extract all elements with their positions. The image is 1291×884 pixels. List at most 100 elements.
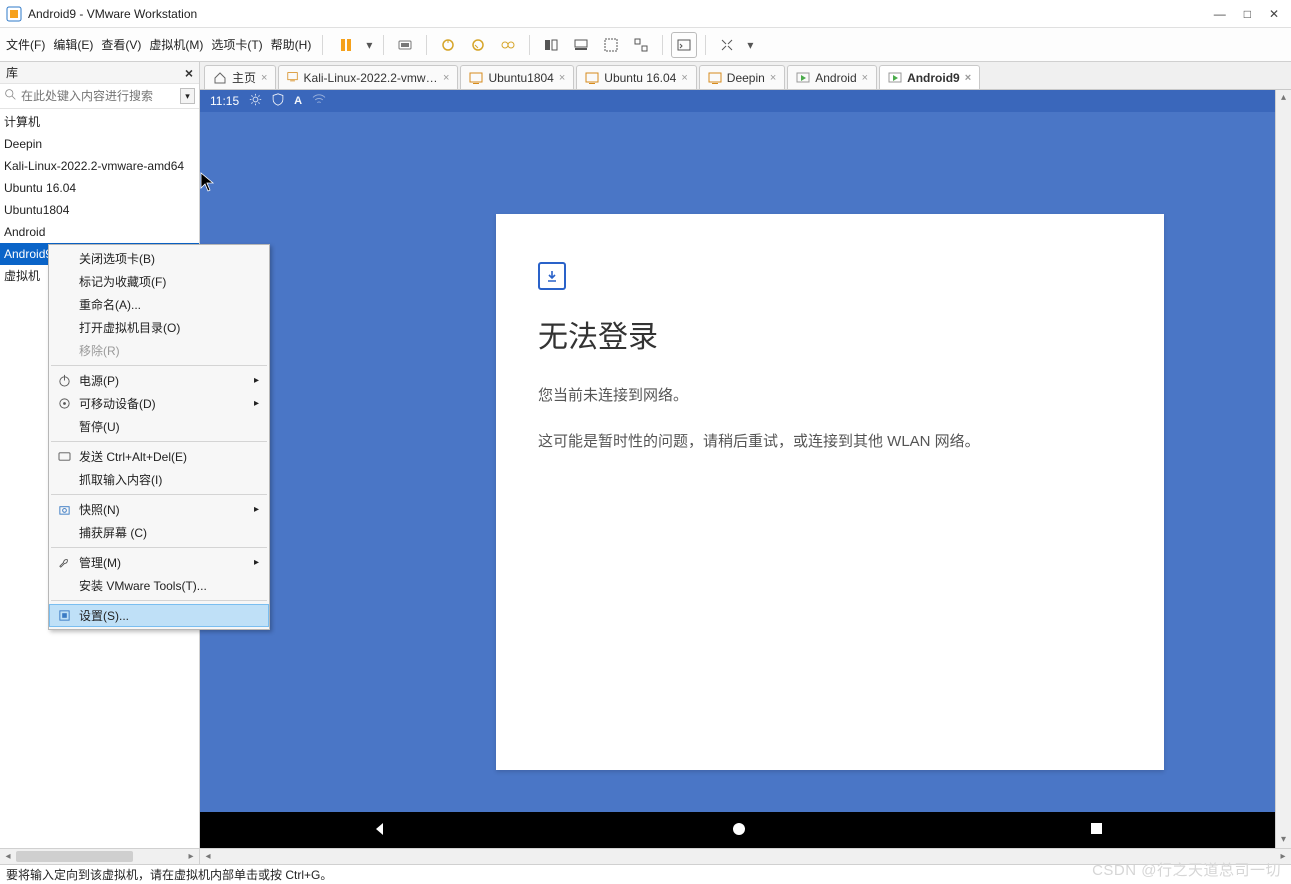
power-icon (56, 373, 72, 389)
snapshot-manager-icon[interactable] (496, 33, 520, 57)
home-icon (213, 71, 227, 85)
ctx-send-cad[interactable]: 发送 Ctrl+Alt+Del(E) (49, 445, 269, 468)
maximize-button[interactable]: □ (1244, 7, 1251, 21)
library-header: 库 × (0, 62, 199, 84)
view-fullscreen-icon[interactable] (599, 33, 623, 57)
vm-item-kali[interactable]: Kali-Linux-2022.2-vmware-amd64 (0, 155, 199, 177)
cursor-icon (200, 172, 216, 195)
tab-close-icon[interactable]: × (443, 72, 449, 84)
library-title: 库 (6, 64, 18, 81)
keyboard-icon (56, 449, 72, 465)
ctx-power[interactable]: 电源(P)▸ (49, 369, 269, 392)
shield-icon (272, 93, 284, 109)
tab-ubuntu1604[interactable]: Ubuntu 16.04 × (576, 65, 697, 89)
card-line2: 这可能是暂时性的问题，请稍后重试，或连接到其他 WLAN 网络。 (538, 430, 1122, 454)
snapshot-take-icon[interactable] (436, 33, 460, 57)
menu-file[interactable]: 文件(F) (6, 36, 45, 53)
ctx-remove: 移除(R) (49, 339, 269, 362)
ctx-grab[interactable]: 抓取输入内容(I) (49, 468, 269, 491)
content-vscrollbar[interactable]: ▴▾ (1275, 90, 1291, 848)
ctx-favorite[interactable]: 标记为收藏项(F) (49, 270, 269, 293)
power-dropdown-icon[interactable]: ▾ (364, 38, 374, 52)
ctx-install-tools[interactable]: 安装 VMware Tools(T)... (49, 574, 269, 597)
nav-back-icon[interactable] (371, 820, 389, 841)
tab-close-icon[interactable]: × (681, 72, 687, 84)
login-error-card: 无法登录 您当前未连接到网络。 这可能是暂时性的问题，请稍后重试，或连接到其他 … (496, 214, 1164, 770)
android-navbar (200, 812, 1275, 848)
ctx-removable[interactable]: 可移动设备(D)▸ (49, 392, 269, 415)
view-thumbnail-icon[interactable] (569, 33, 593, 57)
watermark-text: CSDN @行之天道总司一切 (1092, 859, 1281, 880)
tab-close-icon[interactable]: × (965, 72, 971, 84)
vm-item-deepin[interactable]: Deepin (0, 133, 199, 155)
ctx-snapshot[interactable]: 快照(N)▸ (49, 498, 269, 521)
vm-item-android[interactable]: Android (0, 221, 199, 243)
ctx-close-tab[interactable]: 关闭选项卡(B) (49, 247, 269, 270)
android-icon: A (294, 95, 302, 107)
view-console-icon[interactable] (539, 33, 563, 57)
android-screen: 无法登录 您当前未连接到网络。 这可能是暂时性的问题，请稍后重试，或连接到其他 … (200, 112, 1275, 848)
snapshot-icon (56, 502, 72, 518)
menu-edit[interactable]: 编辑(E) (53, 36, 93, 53)
menu-toolbar-row: 文件(F) 编辑(E) 查看(V) 虚拟机(M) 选项卡(T) 帮助(H) ▾ … (0, 28, 1291, 62)
vm-root[interactable]: 计算机 (0, 111, 199, 133)
tab-close-icon[interactable]: × (261, 72, 267, 84)
vm-item-ubuntu1604[interactable]: Ubuntu 16.04 (0, 177, 199, 199)
menu-vm[interactable]: 虚拟机(M) (149, 36, 203, 53)
ctx-settings[interactable]: 设置(S)... (49, 604, 269, 627)
close-button[interactable]: ✕ (1269, 7, 1279, 21)
app-icon (6, 6, 22, 22)
wifi-icon (312, 94, 326, 109)
ctx-rename[interactable]: 重命名(A)... (49, 293, 269, 316)
pause-button[interactable] (334, 33, 358, 57)
content-area: 主页 × Kali-Linux-2022.2-vmware-am... × Ub… (200, 62, 1291, 864)
nav-home-icon[interactable] (731, 821, 747, 840)
tab-close-icon[interactable]: × (862, 72, 868, 84)
menu-tabs[interactable]: 选项卡(T) (211, 36, 262, 53)
minimize-button[interactable]: — (1214, 7, 1226, 21)
vm-play-icon (796, 71, 810, 85)
nav-recent-icon[interactable] (1089, 821, 1104, 839)
search-dropdown-icon[interactable]: ▾ (180, 88, 195, 104)
tab-label: Deepin (727, 71, 765, 85)
stretch-dropdown-icon[interactable]: ▾ (745, 38, 755, 52)
ctx-capture[interactable]: 捕获屏幕 (C) (49, 521, 269, 544)
library-search: ▾ (0, 84, 199, 109)
card-title: 无法登录 (538, 312, 1122, 356)
library-search-input[interactable] (21, 89, 176, 103)
status-text: 要将输入定向到该虚拟机，请在虚拟机内部单击或按 Ctrl+G。 (6, 866, 332, 883)
vm-icon (469, 71, 483, 85)
tab-deepin[interactable]: Deepin × (699, 65, 785, 89)
vm-icon (585, 71, 599, 85)
tab-android[interactable]: Android × (787, 65, 877, 89)
window-controls: — □ ✕ (1214, 7, 1285, 21)
tab-kali[interactable]: Kali-Linux-2022.2-vmware-am... × (278, 65, 458, 89)
vm-display[interactable]: 11:15 A 无法登录 您当前未连接到网络。 这可能是暂时性的问题，请稍后重试… (200, 90, 1291, 864)
tab-label: 主页 (232, 69, 256, 86)
tab-close-icon[interactable]: × (770, 72, 776, 84)
library-close-icon[interactable]: × (185, 65, 193, 81)
tab-ubuntu1804[interactable]: Ubuntu1804 × (460, 65, 574, 89)
ctx-open-dir[interactable]: 打开虚拟机目录(O) (49, 316, 269, 339)
snapshot-revert-icon[interactable] (466, 33, 490, 57)
wrench-icon (56, 555, 72, 571)
device-icon (56, 396, 72, 412)
stretch-icon[interactable] (715, 33, 739, 57)
tab-close-icon[interactable]: × (559, 72, 565, 84)
android-status-bar: 11:15 A (200, 90, 1275, 112)
ctx-manage[interactable]: 管理(M)▸ (49, 551, 269, 574)
library-hscrollbar[interactable]: ◂▸ (0, 848, 199, 864)
view-unity-icon[interactable] (629, 33, 653, 57)
menu-help[interactable]: 帮助(H) (271, 36, 312, 53)
menu-view[interactable]: 查看(V) (101, 36, 141, 53)
console-icon[interactable] (672, 33, 696, 57)
vm-item-ubuntu1804[interactable]: Ubuntu1804 (0, 199, 199, 221)
tab-home[interactable]: 主页 × (204, 65, 276, 89)
tab-label: Android9 (907, 71, 960, 85)
ctx-pause[interactable]: 暂停(U) (49, 415, 269, 438)
tab-label: Ubuntu 16.04 (604, 71, 676, 85)
send-cad-icon[interactable] (393, 33, 417, 57)
settings-icon (56, 608, 72, 624)
tab-android9[interactable]: Android9 × (879, 65, 980, 89)
gear-icon (249, 93, 262, 109)
